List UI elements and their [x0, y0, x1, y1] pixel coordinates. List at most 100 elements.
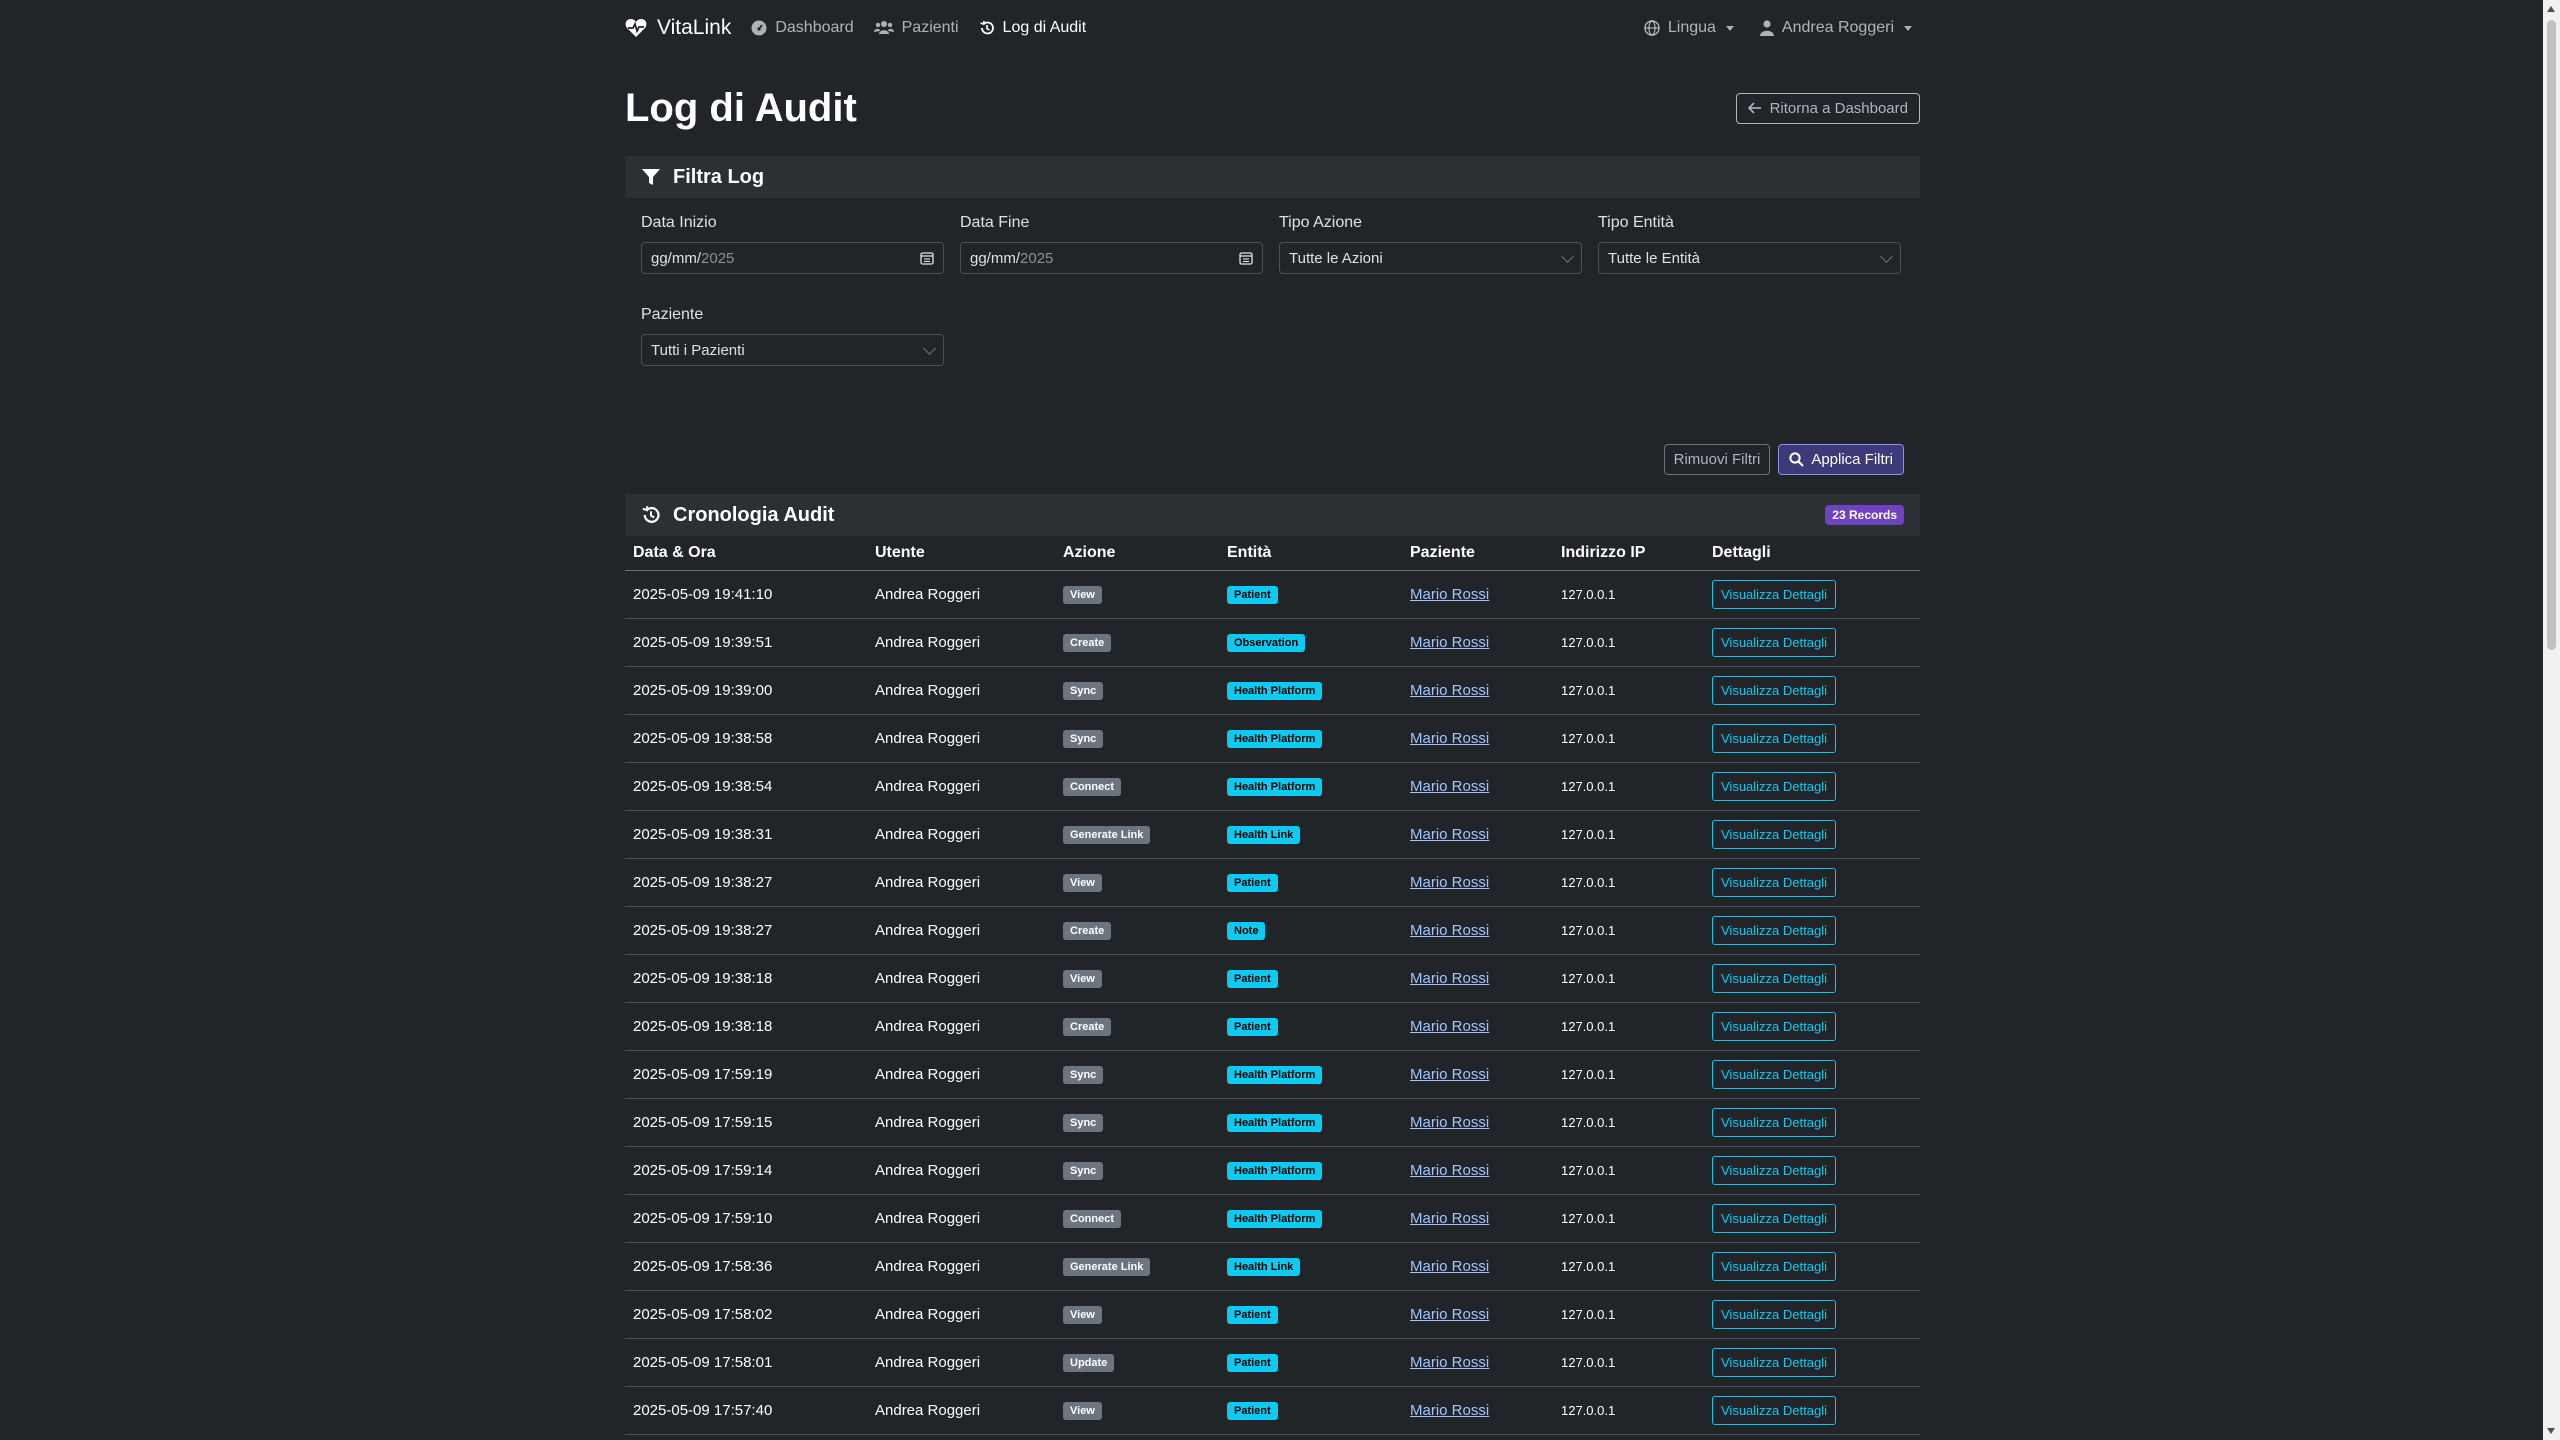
action-badge: Sync: [1063, 1066, 1104, 1084]
view-details-button[interactable]: Visualizza Dettagli: [1712, 868, 1836, 897]
view-details-button[interactable]: Visualizza Dettagli: [1712, 772, 1836, 801]
arrow-left-icon: [1747, 102, 1762, 114]
page-header: Log di Audit Ritorna a Dashboard: [625, 78, 1920, 138]
cell-datetime: 2025-05-09 17:59:19: [625, 1050, 867, 1099]
patient-link[interactable]: Mario Rossi: [1410, 730, 1489, 747]
cell-action: View: [1055, 1290, 1219, 1339]
view-details-button[interactable]: Visualizza Dettagli: [1712, 1012, 1836, 1041]
user-dropdown[interactable]: Andrea Roggeri: [1759, 19, 1912, 37]
cell-patient: Mario Rossi: [1402, 1290, 1553, 1339]
view-details-button[interactable]: Visualizza Dettagli: [1712, 1108, 1836, 1137]
action-badge: Sync: [1063, 1162, 1104, 1180]
patient-link[interactable]: Mario Rossi: [1410, 682, 1489, 699]
view-details-button[interactable]: Visualizza Dettagli: [1712, 628, 1836, 657]
scroll-down-arrow-icon[interactable]: [2547, 1428, 2555, 1434]
patient-link[interactable]: Mario Rossi: [1410, 1066, 1489, 1083]
cell-patient: Mario Rossi: [1402, 762, 1553, 811]
patient-link[interactable]: Mario Rossi: [1410, 826, 1489, 843]
cell-user: Andrea Roggeri: [867, 1242, 1055, 1291]
patient-link[interactable]: Mario Rossi: [1410, 634, 1489, 651]
column-header-action: Azione: [1055, 536, 1219, 571]
brand-link[interactable]: VitaLink: [625, 16, 731, 40]
cell-patient: Mario Rossi: [1402, 1194, 1553, 1243]
nav-link-audit-log[interactable]: Log di Audit: [979, 19, 1086, 37]
column-header-user: Utente: [867, 536, 1055, 571]
cell-action: Create: [1055, 1002, 1219, 1051]
view-details-button[interactable]: Visualizza Dettagli: [1712, 916, 1836, 945]
entity-type-select[interactable]: Tutte le Entità: [1598, 242, 1901, 274]
view-details-button[interactable]: Visualizza Dettagli: [1712, 1348, 1836, 1377]
entity-badge: Patient: [1227, 1018, 1278, 1036]
cell-datetime: 2025-05-09 17:57:40: [625, 1386, 867, 1435]
view-details-button[interactable]: Visualizza Dettagli: [1712, 820, 1836, 849]
patient-link[interactable]: Mario Rossi: [1410, 1258, 1489, 1275]
view-details-button[interactable]: Visualizza Dettagli: [1712, 1204, 1836, 1233]
view-details-button[interactable]: Visualizza Dettagli: [1712, 1156, 1836, 1185]
remove-filters-button[interactable]: Rimuovi Filtri: [1663, 444, 1771, 475]
cell-datetime: 2025-05-09 17:59:14: [625, 1146, 867, 1195]
cell-patient: Mario Rossi: [1402, 1002, 1553, 1051]
view-details-button[interactable]: Visualizza Dettagli: [1712, 1252, 1836, 1281]
view-details-button[interactable]: Visualizza Dettagli: [1712, 1060, 1836, 1089]
action-badge: Generate Link: [1063, 1258, 1151, 1276]
view-details-button[interactable]: Visualizza Dettagli: [1712, 1396, 1836, 1425]
cell-ip: 127.0.0.1: [1553, 762, 1704, 811]
view-details-button[interactable]: Visualizza Dettagli: [1712, 676, 1836, 705]
action-badge: Create: [1063, 634, 1112, 652]
view-details-button[interactable]: Visualizza Dettagli: [1712, 580, 1836, 609]
action-badge: View: [1063, 874, 1102, 892]
table-row: 2025-05-09 17:58:01 Andrea Roggeri Update P…: [625, 1338, 1920, 1387]
action-badge: Sync: [1063, 730, 1104, 748]
view-details-button[interactable]: Visualizza Dettagli: [1712, 1300, 1836, 1329]
start-date-input[interactable]: gg/mm/2025: [641, 242, 944, 274]
patient-link[interactable]: Mario Rossi: [1410, 1402, 1489, 1419]
patient-link[interactable]: Mario Rossi: [1410, 922, 1489, 939]
scroll-thumb[interactable]: [2547, 20, 2556, 650]
language-dropdown[interactable]: Lingua: [1644, 19, 1734, 37]
page-scrollbar[interactable]: [2543, 0, 2560, 1440]
cell-datetime: 2025-05-09 17:58:36: [625, 1242, 867, 1291]
patient-link[interactable]: Mario Rossi: [1410, 1018, 1489, 1035]
patient-link[interactable]: Mario Rossi: [1410, 970, 1489, 987]
patient-link[interactable]: Mario Rossi: [1410, 586, 1489, 603]
view-details-button[interactable]: Visualizza Dettagli: [1712, 964, 1836, 993]
apply-filters-button[interactable]: Applica Filtri: [1778, 444, 1904, 475]
cell-action: Sync: [1055, 1098, 1219, 1147]
cell-details: Visualizza Dettagli: [1704, 714, 1920, 763]
patient-link[interactable]: Mario Rossi: [1410, 778, 1489, 795]
table-row: 2025-05-09 17:59:10 Andrea Roggeri Connect…: [625, 1194, 1920, 1243]
view-details-button[interactable]: Visualizza Dettagli: [1712, 724, 1836, 753]
patient-label: Paziente: [641, 306, 704, 323]
nav-right: Lingua Andrea Roggeri: [1644, 19, 1912, 37]
entity-badge: Health Platform: [1227, 1066, 1323, 1084]
cell-details: Visualizza Dettagli: [1704, 1290, 1920, 1339]
cell-patient: Mario Rossi: [1402, 1242, 1553, 1291]
scroll-up-arrow-icon[interactable]: [2547, 6, 2555, 12]
calendar-icon[interactable]: [1239, 251, 1253, 265]
patient-link[interactable]: Mario Rossi: [1410, 1306, 1489, 1323]
cell-ip: 127.0.0.1: [1553, 1338, 1704, 1387]
cell-user: Andrea Roggeri: [867, 762, 1055, 811]
patient-select[interactable]: Tutti i Pazienti: [641, 334, 944, 366]
patient-link[interactable]: Mario Rossi: [1410, 1162, 1489, 1179]
filter-form: Data Inizio gg/mm/2025 Data Fine gg/mm/2…: [625, 198, 1920, 476]
cell-user: Andrea Roggeri: [867, 618, 1055, 667]
action-badge: View: [1063, 1402, 1102, 1420]
cell-user: Andrea Roggeri: [867, 1146, 1055, 1195]
table-row: 2025-05-09 19:38:18 Andrea Roggeri View Pat…: [625, 954, 1920, 1003]
end-date-input[interactable]: gg/mm/2025: [960, 242, 1263, 274]
nav-link-dashboard[interactable]: Dashboard: [751, 19, 854, 37]
cell-user: Andrea Roggeri: [867, 1098, 1055, 1147]
patient-link[interactable]: Mario Rossi: [1410, 1354, 1489, 1371]
patient-link[interactable]: Mario Rossi: [1410, 874, 1489, 891]
patient-link[interactable]: Mario Rossi: [1410, 1210, 1489, 1227]
calendar-icon[interactable]: [920, 251, 934, 265]
entity-badge: Patient: [1227, 1306, 1278, 1324]
back-to-dashboard-button[interactable]: Ritorna a Dashboard: [1735, 92, 1920, 124]
nav-link-patients[interactable]: Pazienti: [873, 19, 959, 37]
cell-ip: 127.0.0.1: [1553, 714, 1704, 763]
patient-link[interactable]: Mario Rossi: [1410, 1114, 1489, 1131]
entity-badge: Note: [1227, 922, 1266, 940]
action-type-select[interactable]: Tutte le Azioni: [1279, 242, 1582, 274]
cell-patient: Mario Rossi: [1402, 714, 1553, 763]
